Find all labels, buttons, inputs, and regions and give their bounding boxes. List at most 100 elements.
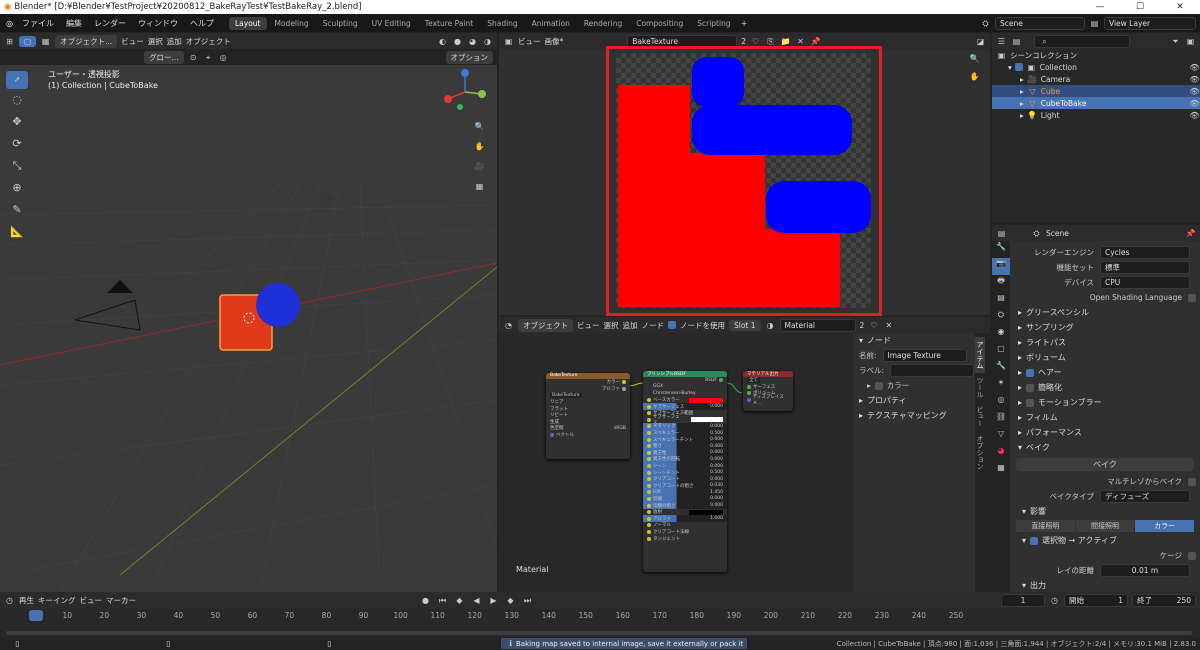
visibility-eye-icon[interactable]: 👁 xyxy=(1189,98,1200,109)
fake-user-icon[interactable]: ♡ xyxy=(750,36,761,47)
bake-info-message[interactable]: ℹ Baking map saved to internal image, sav… xyxy=(501,638,748,649)
image-menu-view[interactable]: ビュー xyxy=(518,36,541,47)
prev-key-icon[interactable]: ◆ xyxy=(454,595,465,606)
panel-5[interactable]: ▸ 簡略化 xyxy=(1012,380,1198,395)
record-icon[interactable]: ● xyxy=(420,595,431,606)
selected-active-header[interactable]: ▾ 選択物 → アクティブ xyxy=(1012,533,1198,548)
timeline-scrollbar[interactable] xyxy=(6,631,1192,635)
scene-tab-icon[interactable]: ⛭ xyxy=(992,309,1010,326)
influence-header[interactable]: ▾ 影響 xyxy=(1012,504,1198,519)
data-tab-icon[interactable]: ▽ xyxy=(992,428,1010,445)
material-selector[interactable]: Material xyxy=(779,318,856,332)
transform-orientation-dropdown[interactable]: グロー... xyxy=(144,50,184,64)
pivot-icon[interactable]: ⊙ xyxy=(188,52,199,63)
jump-end-icon[interactable]: ⏭ xyxy=(522,595,533,606)
node-tex-source[interactable]: 生成 xyxy=(546,419,630,426)
image-editor-type-icon[interactable]: ▣ xyxy=(503,36,514,47)
node-bsdf-input[interactable]: クリアコート 0.000 xyxy=(643,475,727,483)
editor-type-icon[interactable]: ⊞ xyxy=(4,36,15,47)
timeline-menu-playback[interactable]: 再生 xyxy=(19,595,34,606)
node-bsdf-input[interactable]: スペキュラーチント 0.000 xyxy=(643,436,727,443)
panel-0[interactable]: ▸ グリースペンシル xyxy=(1012,305,1198,320)
world-tab-icon[interactable]: ◉ xyxy=(992,326,1010,343)
node-menu-view[interactable]: ビュー xyxy=(577,320,600,331)
color-toggle[interactable]: カラー xyxy=(1135,520,1195,532)
viewport-menu-select[interactable]: 選択 xyxy=(148,36,163,47)
tab-item[interactable]: アイテム xyxy=(975,337,985,373)
image-zoom-icon[interactable]: 🔍 xyxy=(969,53,980,71)
new-collection-icon[interactable]: ▣ xyxy=(1185,36,1196,47)
display-mode-icon[interactable]: ▤ xyxy=(1011,36,1022,47)
navigation-gizmo[interactable] xyxy=(440,67,490,117)
tab-animation[interactable]: Animation xyxy=(526,17,576,30)
node-bsdf-input[interactable]: 異方性の回転 0.000 xyxy=(643,456,727,463)
blender-menu-icon[interactable]: ◎ xyxy=(4,18,15,29)
node-bsdf-input[interactable]: 伝播 0.000 xyxy=(643,495,727,503)
node-tex-interp[interactable]: リニア xyxy=(546,399,630,406)
node-bsdf-input[interactable]: クリアコート法線 xyxy=(643,529,727,536)
node-bsdf-input[interactable]: GGX xyxy=(643,384,727,391)
ray-distance-field[interactable]: 0.01 m xyxy=(1100,564,1190,577)
node-out-target[interactable]: 全て xyxy=(743,377,793,384)
viewport-menu-view[interactable]: ビュー xyxy=(121,36,144,47)
playhead[interactable] xyxy=(29,610,43,621)
node-bsdf-input[interactable]: サブサーフェス 0.000 xyxy=(643,403,727,410)
new-image-icon[interactable]: ⎘ xyxy=(765,36,776,47)
timeline-area[interactable]: 1102030405060708090100110120130140150160… xyxy=(0,609,1200,637)
node-menu-node[interactable]: ノード xyxy=(642,320,665,331)
cage-row[interactable]: ケージ xyxy=(1012,548,1198,563)
object-mode-dropdown[interactable]: オブジェクト... xyxy=(55,34,118,48)
render-tab-icon[interactable]: 📷 xyxy=(992,258,1010,275)
texture-mapping-header[interactable]: ▸ テクスチャマッピング xyxy=(853,408,975,423)
tab-sculpting[interactable]: Sculpting xyxy=(317,17,364,30)
frame-end-field[interactable]: 終了 250 xyxy=(1132,594,1196,607)
snap-icon[interactable]: ⌖ xyxy=(203,52,214,63)
outliner-item-camera[interactable]: ▸ 🎥 Camera 👁 xyxy=(992,73,1200,85)
node-tex-colorspace[interactable]: 色空間 sRGB xyxy=(546,425,630,432)
next-key-icon[interactable]: ◆ xyxy=(505,595,516,606)
tab-scripting[interactable]: Scripting xyxy=(691,17,736,30)
direct-toggle[interactable]: 直接照明 xyxy=(1016,520,1075,532)
node-bsdf-input[interactable]: スペキュラー 0.500 xyxy=(643,429,727,437)
node-color-row[interactable]: ▸ カラー xyxy=(853,378,975,393)
shading-solid-icon[interactable]: ● xyxy=(452,36,463,47)
annotate-icon[interactable]: ✎ xyxy=(6,199,28,221)
node-bsdf-input[interactable]: シーン 0.000 xyxy=(643,462,727,470)
tab-compositing[interactable]: Compositing xyxy=(630,17,689,30)
panel-checkbox[interactable] xyxy=(1026,383,1035,392)
tab-uv-editing[interactable]: UV Editing xyxy=(366,17,417,30)
cursor-3d-icon[interactable]: ◌ xyxy=(6,89,28,111)
bake-button[interactable]: ベイク xyxy=(1016,458,1194,471)
close-button[interactable]: ✕ xyxy=(1160,2,1200,12)
outliner-item-light[interactable]: ▸ 💡 Light 👁 xyxy=(992,109,1200,121)
shading-rendered-icon[interactable]: ◑ xyxy=(482,36,493,47)
play-reverse-icon[interactable]: ◀ xyxy=(471,595,482,606)
panel-checkbox[interactable] xyxy=(1026,398,1035,407)
node-label-field[interactable] xyxy=(890,364,975,377)
tab-options[interactable]: オプション xyxy=(975,431,985,474)
viewport-menu-add[interactable]: 追加 xyxy=(167,36,182,47)
tab-rendering[interactable]: Rendering xyxy=(578,17,628,30)
panel-3[interactable]: ▸ ボリューム xyxy=(1012,350,1198,365)
particles-tab-icon[interactable]: ✶ xyxy=(992,377,1010,394)
3d-viewport[interactable]: ➚ ◌ ✥ ⟳ ⤡ ⊕ ✎ 📐 ユーザー・透視投影 (1) Collection… xyxy=(0,65,497,592)
panel-9[interactable]: ▾ ベイク xyxy=(1012,440,1198,455)
image-menu-image[interactable]: 画像* xyxy=(545,36,564,47)
select-tool-button[interactable]: ▢ xyxy=(19,35,37,47)
panel-1[interactable]: ▸ サンプリング xyxy=(1012,320,1198,335)
outliner-scene-collection[interactable]: ▣ シーンコレクション xyxy=(992,49,1200,61)
node-bsdf-input[interactable]: 伝播の粗さ 0.000 xyxy=(643,502,727,509)
camera-object[interactable] xyxy=(74,299,141,331)
image-texture-node[interactable]: BakeTexture カラー アルファ BakeTexture リニア フラッ… xyxy=(546,373,630,459)
scene-selector[interactable]: Scene xyxy=(995,16,1085,30)
node-bsdf-input[interactable]: 異方性 0.000 xyxy=(643,449,727,457)
node-color-checkbox[interactable] xyxy=(874,381,883,390)
timeline-menu-marker[interactable]: マーカー xyxy=(106,595,136,606)
menu-file[interactable]: ファイル xyxy=(17,18,59,29)
tab-tool[interactable]: ツール xyxy=(975,373,985,402)
proportional-edit-icon[interactable]: ◎ xyxy=(218,52,229,63)
slot-dropdown[interactable]: Slot 1 xyxy=(729,319,761,331)
outliner-item-cube[interactable]: ▸ ▽ Cube 👁 xyxy=(992,85,1200,97)
node-bsdf-input[interactable]: タンジェント xyxy=(643,535,727,542)
node-bsdf-input[interactable]: 粗さ 0.400 xyxy=(643,442,727,450)
